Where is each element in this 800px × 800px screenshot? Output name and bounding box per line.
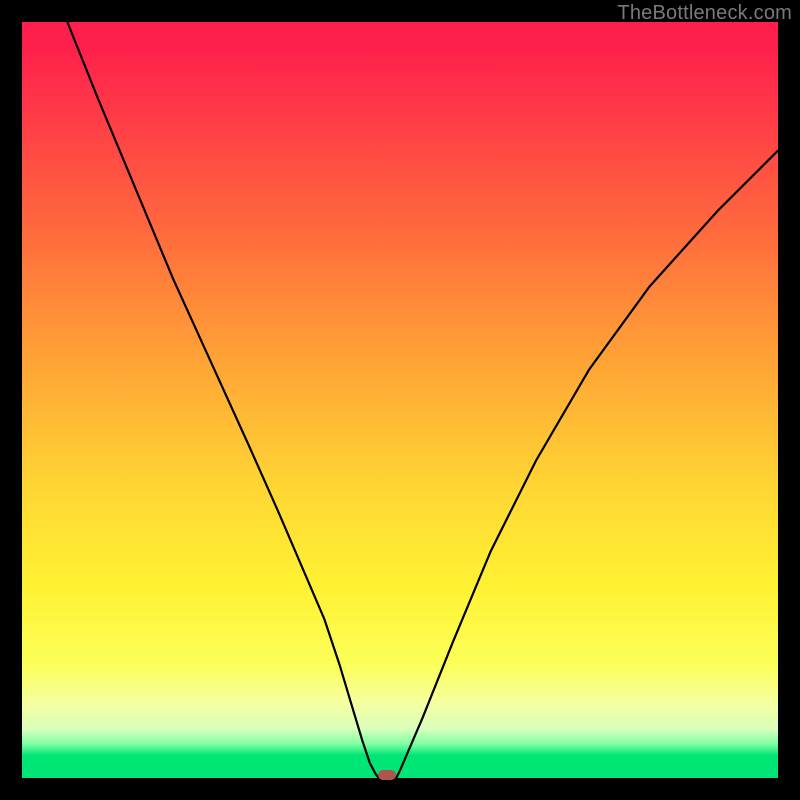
- optimum-marker: [378, 770, 396, 780]
- watermark-text: TheBottleneck.com: [617, 2, 792, 25]
- curve-path: [67, 22, 778, 778]
- bottleneck-curve: [22, 22, 778, 778]
- plot-area: [22, 22, 778, 778]
